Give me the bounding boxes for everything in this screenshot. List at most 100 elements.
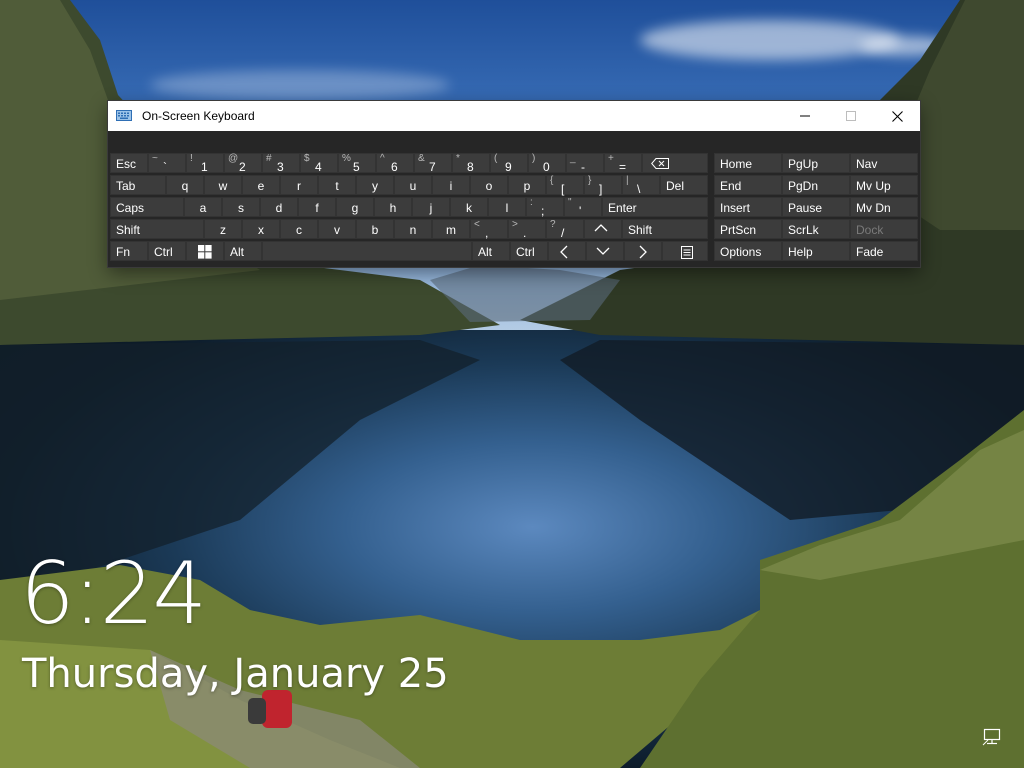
key-nav[interactable]: Nav xyxy=(850,153,918,173)
key-slash[interactable]: ? / xyxy=(546,219,584,239)
key-6[interactable]: ^ 6 xyxy=(376,153,414,173)
key-quote[interactable]: " ' xyxy=(564,197,602,217)
key-8[interactable]: * 8 xyxy=(452,153,490,173)
key-o[interactable]: o xyxy=(470,175,508,195)
key-fn[interactable]: Fn xyxy=(110,241,148,261)
key-mv-dn[interactable]: Mv Dn xyxy=(850,197,918,217)
key-d[interactable]: d xyxy=(260,197,298,217)
key-backslash[interactable]: | \ xyxy=(622,175,660,195)
key-space[interactable] xyxy=(262,241,472,261)
key-pgdn[interactable]: PgDn xyxy=(782,175,850,195)
key-n[interactable]: n xyxy=(394,219,432,239)
close-button[interactable] xyxy=(874,101,920,131)
key-enter[interactable]: Enter xyxy=(602,197,708,217)
key-1[interactable]: ! 1 xyxy=(186,153,224,173)
backspace-icon xyxy=(651,158,669,169)
key-z[interactable]: z xyxy=(204,219,242,239)
key-home[interactable]: Home xyxy=(714,153,782,173)
key-v[interactable]: v xyxy=(318,219,356,239)
key-p[interactable]: p xyxy=(508,175,546,195)
key-tab[interactable]: Tab xyxy=(110,175,166,195)
minimize-icon xyxy=(800,115,810,117)
key-x[interactable]: x xyxy=(242,219,280,239)
key-ctrl-left[interactable]: Ctrl xyxy=(148,241,186,261)
key-l[interactable]: l xyxy=(488,197,526,217)
keyboard-keys: Esc ~ ` ! 1 @2 #3 $4 % 5 ^ 6 & 7 * 8 (9 ) 0 _ - … xyxy=(108,131,920,267)
window-title: On-Screen Keyboard xyxy=(142,109,255,123)
key-t[interactable]: t xyxy=(318,175,356,195)
key-options[interactable]: Options xyxy=(714,241,782,261)
chevron-up-icon xyxy=(594,224,608,232)
key-lbracket[interactable]: {[ xyxy=(546,175,584,195)
key-e[interactable]: e xyxy=(242,175,280,195)
key-pgup[interactable]: PgUp xyxy=(782,153,850,173)
key-tilde[interactable]: ~ ` xyxy=(148,153,186,173)
close-icon xyxy=(891,110,903,122)
key-help[interactable]: Help xyxy=(782,241,850,261)
key-4[interactable]: $4 xyxy=(300,153,338,173)
minimize-button[interactable] xyxy=(782,101,828,131)
title-bar[interactable]: On-Screen Keyboard xyxy=(108,101,920,131)
key-fade[interactable]: Fade xyxy=(850,241,918,261)
windows-logo-icon xyxy=(198,245,212,259)
key-backspace[interactable] xyxy=(642,153,708,173)
key-comma[interactable]: <, xyxy=(470,219,508,239)
key-insert[interactable]: Insert xyxy=(714,197,782,217)
key-a[interactable]: a xyxy=(184,197,222,217)
key-mv-up[interactable]: Mv Up xyxy=(850,175,918,195)
key-i[interactable]: i xyxy=(432,175,470,195)
key-9[interactable]: (9 xyxy=(490,153,528,173)
key-r[interactable]: r xyxy=(280,175,318,195)
key-esc[interactable]: Esc xyxy=(110,153,148,173)
network-icon[interactable] xyxy=(982,728,1002,746)
maximize-button[interactable] xyxy=(828,101,874,131)
key-prtscn[interactable]: PrtScn xyxy=(714,219,782,239)
key-rbracket[interactable]: }] xyxy=(584,175,622,195)
key-u[interactable]: u xyxy=(394,175,432,195)
key-del[interactable]: Del xyxy=(660,175,708,195)
key-period[interactable]: >. xyxy=(508,219,546,239)
menu-key-icon xyxy=(681,246,693,259)
key-caps[interactable]: Caps xyxy=(110,197,184,217)
key-j[interactable]: j xyxy=(412,197,450,217)
key-y[interactable]: y xyxy=(356,175,394,195)
key-alt-left[interactable]: Alt xyxy=(224,241,262,261)
key-h[interactable]: h xyxy=(374,197,412,217)
key-5[interactable]: % 5 xyxy=(338,153,376,173)
key-equals[interactable]: + = xyxy=(604,153,642,173)
key-shift-right[interactable]: Shift xyxy=(622,219,708,239)
key-s[interactable]: s xyxy=(222,197,260,217)
chevron-left-icon xyxy=(560,245,568,259)
key-semicolon[interactable]: :; xyxy=(526,197,564,217)
key-ctrl-right[interactable]: Ctrl xyxy=(510,241,548,261)
key-0[interactable]: ) 0 xyxy=(528,153,566,173)
key-7[interactable]: & 7 xyxy=(414,153,452,173)
key-b[interactable]: b xyxy=(356,219,394,239)
key-f[interactable]: f xyxy=(298,197,336,217)
maximize-icon xyxy=(846,111,856,121)
key-g[interactable]: g xyxy=(336,197,374,217)
chevron-right-icon xyxy=(639,245,647,259)
key-left[interactable] xyxy=(548,241,586,261)
key-k[interactable]: k xyxy=(450,197,488,217)
key-3[interactable]: #3 xyxy=(262,153,300,173)
key-2[interactable]: @2 xyxy=(224,153,262,173)
key-win[interactable] xyxy=(186,241,224,261)
key-shift-left[interactable]: Shift xyxy=(110,219,204,239)
key-scrlk[interactable]: ScrLk xyxy=(782,219,850,239)
key-end[interactable]: End xyxy=(714,175,782,195)
key-m[interactable]: m xyxy=(432,219,470,239)
on-screen-keyboard-window[interactable]: On-Screen Keyboard Esc ~ ` ! 1 @2 #3 $4 % 5… xyxy=(108,101,920,267)
key-q[interactable]: q xyxy=(166,175,204,195)
key-minus[interactable]: _ - xyxy=(566,153,604,173)
key-menu[interactable] xyxy=(662,241,708,261)
lockscreen-date: Thursday, January 25 xyxy=(22,651,449,697)
key-w[interactable]: w xyxy=(204,175,242,195)
key-alt-right[interactable]: Alt xyxy=(472,241,510,261)
key-dock: Dock xyxy=(850,219,918,239)
key-up[interactable] xyxy=(584,219,622,239)
key-pause[interactable]: Pause xyxy=(782,197,850,217)
key-down[interactable] xyxy=(586,241,624,261)
key-right[interactable] xyxy=(624,241,662,261)
key-c[interactable]: c xyxy=(280,219,318,239)
